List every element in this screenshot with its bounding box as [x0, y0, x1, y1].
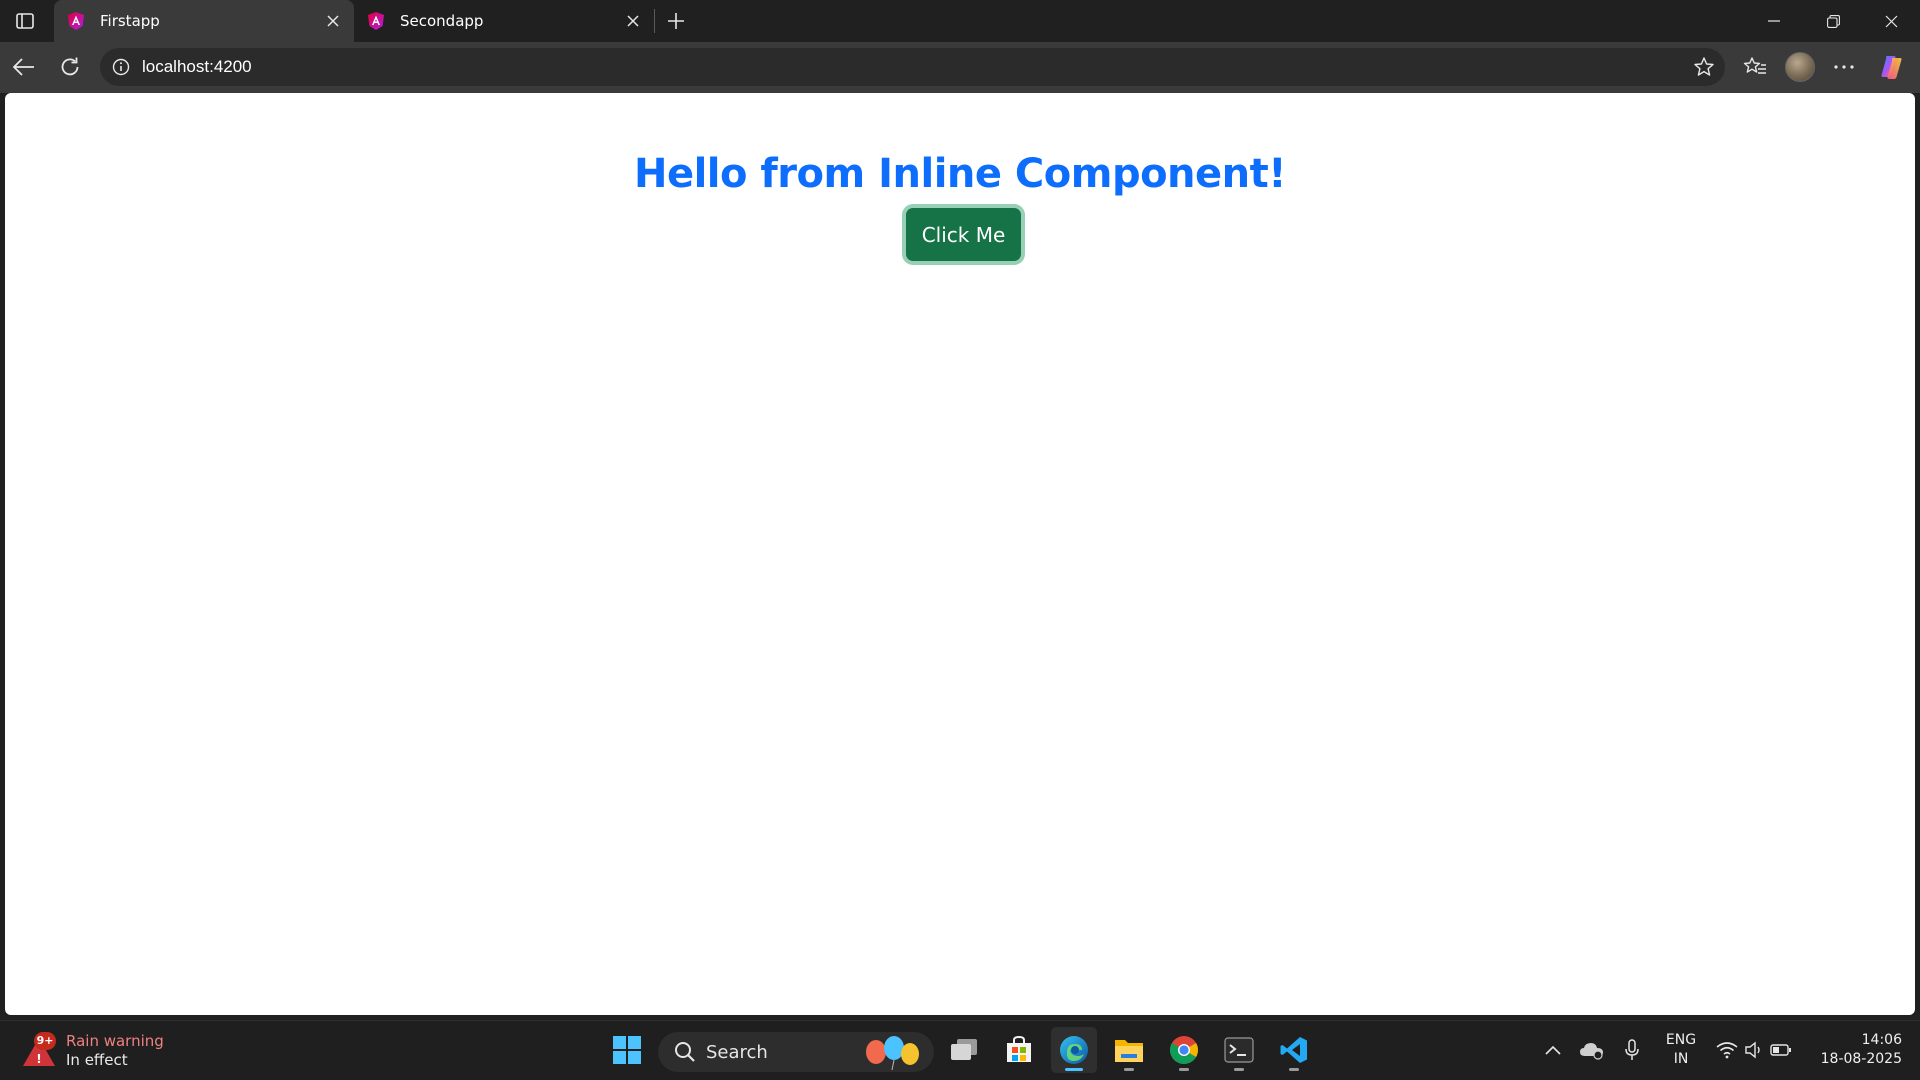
wifi-icon[interactable] — [1714, 1037, 1740, 1063]
running-indicator — [1234, 1068, 1244, 1071]
battery-icon[interactable] — [1768, 1037, 1794, 1063]
system-clock[interactable]: 14:06 18-08-2025 — [1810, 1031, 1902, 1069]
angular-icon — [68, 12, 84, 30]
notification-badge: 9+ — [34, 1032, 56, 1050]
microsoft-store-icon[interactable] — [996, 1027, 1042, 1073]
favorites-icon[interactable] — [1738, 50, 1772, 84]
sidebar-toggle-icon[interactable] — [10, 7, 40, 35]
address-url[interactable]: localhost:4200 — [142, 57, 252, 77]
close-tab-icon[interactable] — [322, 10, 344, 32]
close-window-icon[interactable] — [1862, 0, 1920, 42]
search-icon — [675, 1042, 695, 1062]
windows-taskbar: ! 9+ Rain warning In effect Search ENG I… — [0, 1020, 1920, 1080]
browser-toolbar: localhost:4200 — [0, 42, 1920, 93]
onedrive-icon[interactable] — [1579, 1037, 1605, 1063]
balloons-icon — [866, 1036, 919, 1070]
new-tab-icon[interactable] — [661, 6, 691, 36]
tab-title: Secondapp — [400, 12, 484, 30]
minimize-icon[interactable] — [1745, 0, 1803, 42]
search-label: Search — [706, 1041, 768, 1063]
taskbar-search-box[interactable]: Search — [658, 1032, 934, 1072]
chevron-up-icon[interactable] — [1540, 1037, 1566, 1063]
svg-text:!: ! — [36, 1052, 41, 1066]
restore-icon[interactable] — [1804, 0, 1862, 42]
language-region: IN — [1673, 1051, 1689, 1067]
tab-title: Firstapp — [100, 12, 160, 30]
weather-widget[interactable]: ! 9+ Rain warning In effect — [20, 1027, 164, 1075]
copilot-icon[interactable] — [1875, 50, 1909, 84]
rain-warning-icon: ! 9+ — [20, 1032, 58, 1070]
tab-firstapp[interactable]: Firstapp — [54, 0, 354, 42]
refresh-icon[interactable] — [53, 50, 87, 84]
input-language[interactable]: ENG IN — [1660, 1031, 1702, 1069]
page-heading: Hello from Inline Component! — [633, 151, 1287, 197]
address-bar[interactable]: localhost:4200 — [100, 48, 1725, 86]
task-view-icon[interactable] — [941, 1027, 987, 1073]
close-tab-icon[interactable] — [622, 10, 644, 32]
active-indicator — [1065, 1068, 1083, 1071]
clock-time: 14:06 — [1861, 1032, 1902, 1048]
page-viewport: Hello from Inline Component! Click Me — [5, 93, 1915, 1015]
angular-icon — [368, 12, 384, 30]
favorite-star-icon[interactable] — [1693, 56, 1715, 78]
click-me-button[interactable]: Click Me — [906, 208, 1021, 261]
weather-title: Rain warning — [66, 1032, 164, 1050]
site-info-icon[interactable] — [111, 57, 131, 77]
profile-avatar[interactable] — [1785, 52, 1815, 82]
vscode-icon[interactable] — [1271, 1027, 1317, 1073]
chrome-icon[interactable] — [1161, 1027, 1207, 1073]
running-indicator — [1289, 1068, 1299, 1071]
running-indicator — [1124, 1068, 1134, 1071]
weather-status: In effect — [66, 1051, 128, 1069]
running-indicator — [1179, 1068, 1189, 1071]
browser-titlebar: Firstapp Secondapp — [0, 0, 1920, 42]
file-explorer-icon[interactable] — [1106, 1027, 1152, 1073]
volume-icon[interactable] — [1741, 1037, 1767, 1063]
microphone-icon[interactable] — [1619, 1037, 1645, 1063]
language-code: ENG — [1665, 1032, 1697, 1048]
tab-secondapp[interactable]: Secondapp — [354, 0, 654, 42]
tab-divider — [654, 9, 655, 33]
start-button-icon[interactable] — [604, 1027, 650, 1073]
edge-taskbar-icon[interactable] — [1051, 1027, 1097, 1073]
back-icon[interactable] — [7, 50, 41, 84]
terminal-icon[interactable] — [1216, 1027, 1262, 1073]
more-options-icon[interactable] — [1827, 50, 1861, 84]
clock-date: 18-08-2025 — [1820, 1051, 1902, 1067]
